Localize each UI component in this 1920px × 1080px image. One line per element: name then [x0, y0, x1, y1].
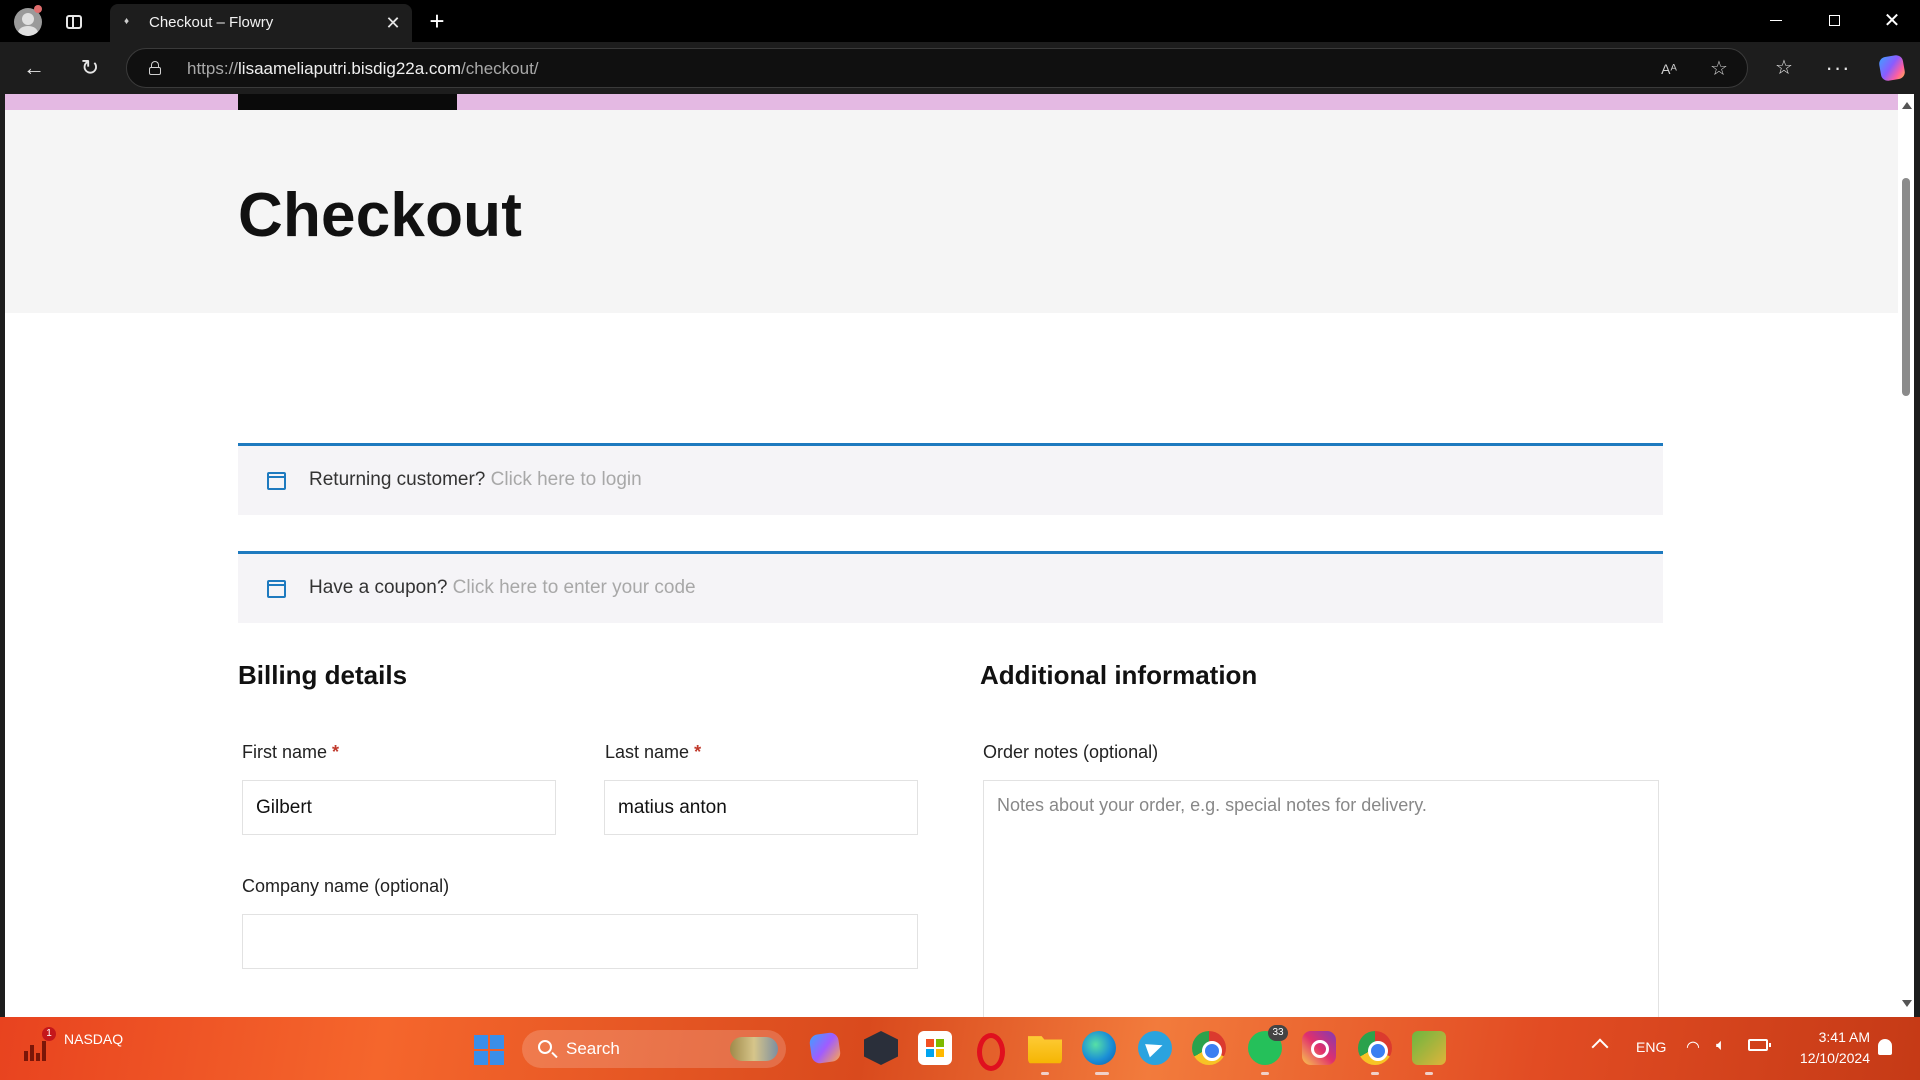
returning-customer-notice: Returning customer? Click here to login [238, 443, 1663, 515]
running-indicator [1095, 1072, 1109, 1075]
search-icon [538, 1040, 552, 1054]
url-scheme: https:// [187, 59, 239, 78]
additional-info-heading: Additional information [980, 660, 1258, 690]
copilot-app-icon[interactable] [808, 1031, 842, 1065]
address-bar[interactable]: https://lisaameliaputri.bisdig22a.com/ch… [126, 48, 1748, 88]
edge-icon[interactable] [1082, 1031, 1116, 1065]
window-close-button[interactable]: ✕ [1870, 6, 1914, 36]
tab-close-icon[interactable]: ✕ [382, 12, 404, 34]
stock-widget[interactable]: 1 NASDAQ [20, 1027, 180, 1069]
window-restore-button[interactable] [1812, 6, 1856, 36]
login-link[interactable]: Click here to login [491, 469, 642, 490]
order-notes-textarea[interactable]: Notes about your order, e.g. special not… [983, 780, 1659, 1017]
telegram-icon[interactable] [1138, 1031, 1172, 1065]
windows-start-icon[interactable] [474, 1035, 504, 1065]
coupon-prefix: Have a coupon? [309, 577, 448, 598]
opera-icon[interactable] [972, 1031, 1006, 1071]
app-icon[interactable] [1412, 1031, 1446, 1065]
url-path: /checkout/ [461, 59, 539, 78]
notice-window-icon [267, 472, 286, 490]
required-marker: * [694, 742, 702, 762]
first-name-label: First name * [242, 742, 339, 763]
company-name-label: Company name (optional) [242, 876, 450, 896]
widget-badge: 1 [42, 1027, 56, 1041]
browser-titlebar: ♦ Checkout – Flowry ✕ + ✕ [0, 0, 1920, 42]
widget-name: NASDAQ [64, 1031, 124, 1047]
notice-window-icon [267, 580, 286, 598]
page-scrollbar[interactable] [1898, 94, 1914, 1017]
last-name-label: Last name * [605, 742, 701, 763]
language-indicator[interactable]: ENG [1636, 1039, 1666, 1055]
favorite-star-icon[interactable]: ☆ [1707, 57, 1731, 81]
running-indicator [1425, 1072, 1433, 1075]
last-name-label-text: Last name [605, 742, 690, 762]
returning-customer-text: Returning customer? Click here to login [309, 469, 642, 491]
billing-details-heading: Billing details [238, 660, 408, 690]
search-label: Search [566, 1039, 620, 1058]
page-title: Checkout [238, 181, 523, 250]
first-name-input[interactable]: Gilbert [242, 780, 556, 835]
running-indicator [1041, 1072, 1049, 1075]
profile-status-dot [34, 5, 42, 13]
chrome-icon[interactable] [1192, 1031, 1226, 1065]
search-highlight-image [730, 1037, 778, 1061]
scrollbar-thumb[interactable] [1902, 178, 1910, 396]
order-notes-label: Order notes (optional) [983, 742, 1159, 762]
whatsapp-badge: 33 [1268, 1025, 1288, 1041]
coupon-text: Have a coupon? Click here to enter your … [309, 577, 696, 599]
browser-tab-active[interactable]: ♦ Checkout – Flowry ✕ [110, 4, 412, 42]
wifi-icon[interactable]: ◠ [1686, 1037, 1706, 1056]
required-marker: * [332, 742, 340, 762]
clock-time[interactable]: 3:41 AM [1800, 1029, 1870, 1045]
whatsapp-icon[interactable]: 33 [1248, 1025, 1288, 1065]
last-name-input[interactable]: matius anton [604, 780, 918, 835]
returning-customer-prefix: Returning customer? [309, 469, 486, 490]
taskbar-search[interactable]: Search [522, 1030, 786, 1068]
running-indicator [1371, 1072, 1379, 1075]
first-name-label-text: First name [242, 742, 328, 762]
window-minimize-button[interactable] [1754, 6, 1798, 36]
tab-actions-icon[interactable] [62, 10, 86, 34]
url-text[interactable]: https://lisaameliaputri.bisdig22a.com/ch… [187, 59, 539, 79]
page-hero: Checkout [5, 110, 1898, 313]
reload-icon[interactable]: ↻ [74, 52, 106, 84]
more-options-icon[interactable]: ··· [1822, 52, 1854, 84]
windows-taskbar: 1 NASDAQ Search 33 ENG ◠ 🔈︎ 3:41 AM 12/1… [0, 1017, 1920, 1080]
microsoft-store-icon[interactable] [918, 1031, 952, 1065]
back-arrow-icon[interactable]: ← [18, 52, 50, 84]
page-viewport: Checkout Returning customer? Click here … [5, 94, 1898, 1017]
scroll-down-arrow-icon[interactable] [1902, 1000, 1912, 1007]
tab-favicon-icon: ♦ [124, 16, 130, 27]
favorites-icon[interactable]: ☆ [1768, 52, 1800, 84]
read-aloud-icon[interactable]: Aᴬ [1657, 57, 1681, 81]
company-name-input[interactable] [242, 914, 918, 969]
copilot-icon[interactable] [1876, 52, 1908, 84]
running-indicator [1261, 1072, 1269, 1075]
window-right-edge [1914, 94, 1920, 1017]
notification-bell-icon[interactable] [1878, 1039, 1892, 1055]
tray-overflow-chevron-icon[interactable] [1591, 1038, 1609, 1056]
new-tab-button[interactable]: + [422, 6, 452, 36]
cube-app-icon[interactable] [864, 1031, 898, 1065]
lock-icon[interactable] [149, 61, 161, 75]
scroll-up-arrow-icon[interactable] [1902, 102, 1912, 109]
coupon-notice: Have a coupon? Click here to enter your … [238, 551, 1663, 623]
header-stripe-accent [238, 94, 457, 110]
battery-icon[interactable] [1748, 1039, 1771, 1051]
volume-icon[interactable]: 🔈︎ [1716, 1037, 1726, 1055]
file-explorer-icon[interactable] [1028, 1036, 1062, 1064]
instagram-icon[interactable] [1302, 1031, 1336, 1065]
browser-toolbar: ← ↻ https://lisaameliaputri.bisdig22a.co… [0, 42, 1920, 94]
chrome-profile-icon[interactable] [1358, 1031, 1392, 1065]
url-host: lisaameliaputri.bisdig22a.com [238, 59, 462, 78]
coupon-link[interactable]: Click here to enter your code [453, 577, 696, 598]
clock-date[interactable]: 12/10/2024 [1786, 1050, 1870, 1066]
tab-title: Checkout – Flowry [149, 14, 274, 31]
